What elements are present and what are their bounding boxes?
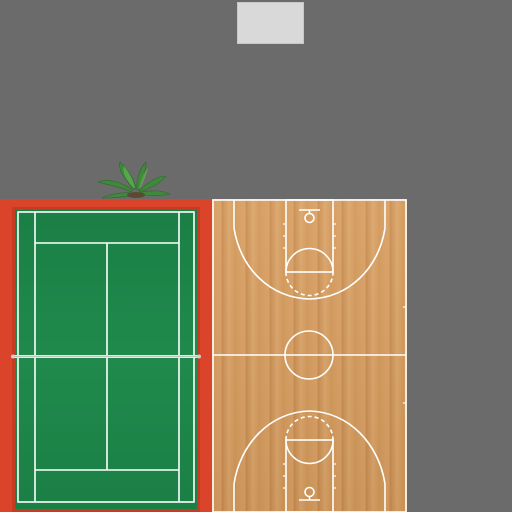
tennis-court[interactable] [12,207,200,512]
game-scene [0,0,512,512]
top-panel[interactable] [237,2,304,44]
basketball-court-shading [212,199,407,512]
